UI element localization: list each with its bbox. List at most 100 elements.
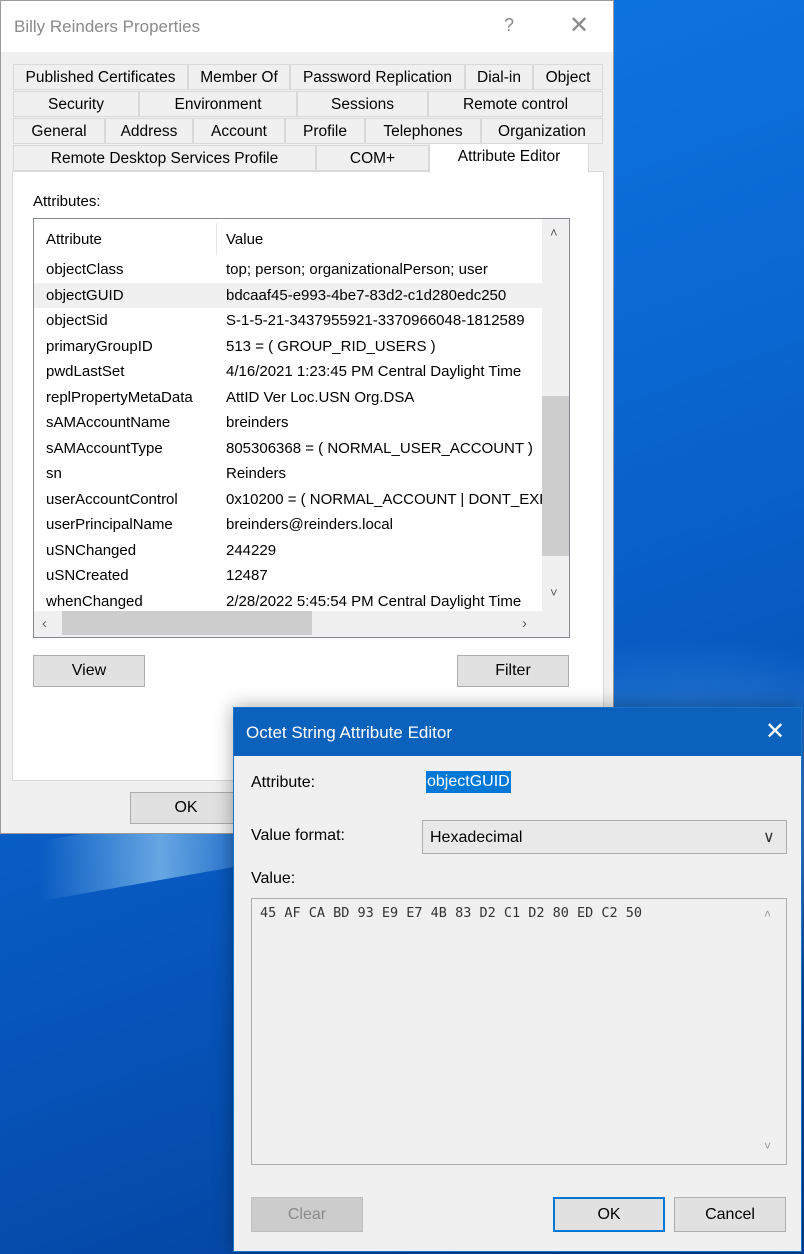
- dialog-cancel-button[interactable]: Cancel: [674, 1197, 786, 1232]
- scroll-up-icon[interactable]: ˄: [550, 225, 558, 240]
- attribute-row[interactable]: replPropertyMetaData AttID Ver Loc.USN O…: [34, 385, 542, 410]
- attribute-name-cell: userAccountControl: [46, 490, 178, 508]
- attribute-value-cell: breinders@reinders.local: [226, 516, 393, 533]
- list-header: Attribute Value: [34, 219, 542, 257]
- attribute-row[interactable]: sn Reinders: [34, 461, 542, 486]
- scrollbar-corner: [542, 611, 569, 637]
- dialog-ok-button[interactable]: OK: [553, 1197, 665, 1232]
- window-title: Billy Reinders Properties: [14, 17, 201, 36]
- octet-string-editor-dialog: Octet String Attribute Editor ✕ Attribut…: [233, 707, 802, 1252]
- tab-remote-control[interactable]: Remote control: [428, 91, 603, 117]
- tab-address[interactable]: Address: [105, 118, 193, 144]
- value-textbox[interactable]: 45 AF CA BD 93 E9 E7 4B 83 D2 C1 D2 80 E…: [251, 898, 787, 1165]
- tab-published-certificates[interactable]: Published Certificates: [13, 64, 188, 90]
- attribute-value-cell: 513 = ( GROUP_RID_USERS ): [226, 337, 436, 355]
- attribute-value-cell: 2/28/2022 5:45:54 PM Central Daylight Ti…: [226, 592, 522, 610]
- attribute-name-cell: sAMAccountType: [46, 439, 163, 457]
- tab-attribute-editor[interactable]: Attribute Editor: [429, 143, 589, 173]
- attribute-name-cell: uSNChanged: [46, 541, 137, 559]
- attribute-name-cell: sn: [46, 465, 62, 482]
- attribute-name-cell: uSNCreated: [46, 567, 129, 584]
- attribute-name-cell: objectClass: [46, 261, 124, 278]
- attribute-row[interactable]: userAccountControl 0x10200 = ( NORMAL_ACC…: [34, 487, 542, 512]
- attribute-value-cell: top; person; organizationalPerson; user: [226, 261, 488, 278]
- attribute-label: Attribute:: [251, 774, 316, 791]
- attribute-row[interactable]: objectSid S-1-5-21-3437955921-3370966048-…: [34, 308, 542, 333]
- attributes-label: Attributes:: [33, 193, 101, 210]
- attribute-name-cell: pwdLastSet: [46, 363, 125, 380]
- attribute-row[interactable]: sAMAccountType 805306368 = ( NORMAL_USER_…: [34, 436, 542, 461]
- attribute-name-cell: whenChanged: [46, 592, 143, 610]
- attribute-row[interactable]: whenChanged 2/28/2022 5:45:54 PM Central …: [34, 589, 542, 614]
- dialog-title-bar: Octet String Attribute Editor ✕: [234, 708, 801, 756]
- column-header-value[interactable]: Value: [226, 231, 263, 248]
- scroll-down-icon[interactable]: ˅: [550, 585, 558, 600]
- tab-com-plus[interactable]: COM+: [316, 145, 429, 171]
- attribute-name-cell: objectSid: [46, 312, 108, 329]
- view-button[interactable]: View: [33, 655, 145, 687]
- vertical-scrollbar[interactable]: ˄ ˅: [542, 219, 569, 611]
- attribute-row[interactable]: pwdLastSet 4/16/2021 1:23:45 PM Central D…: [34, 359, 542, 384]
- tab-security[interactable]: Security: [13, 91, 139, 117]
- attribute-name-cell: objectGUID: [46, 286, 124, 304]
- tab-organization[interactable]: Organization: [481, 118, 603, 144]
- attribute-row[interactable]: userPrincipalName breinders@reinders.loca…: [34, 512, 542, 537]
- attribute-row[interactable]: uSNCreated 12487: [34, 563, 542, 588]
- attribute-name-cell: primaryGroupID: [46, 337, 153, 355]
- tab-remote-desktop-services-profile[interactable]: Remote Desktop Services Profile: [13, 145, 316, 171]
- tab-password-replication[interactable]: Password Replication: [290, 64, 465, 90]
- tab-member-of[interactable]: Member Of: [188, 64, 290, 90]
- tab-object[interactable]: Object: [533, 64, 603, 90]
- column-header-attribute[interactable]: Attribute: [46, 231, 102, 248]
- tab-general[interactable]: General: [13, 118, 105, 144]
- attribute-row[interactable]: sAMAccountName breinders: [34, 410, 542, 435]
- attribute-value-cell: AttID Ver Loc.USN Org.DSA: [226, 388, 415, 406]
- value-format-select[interactable]: Hexadecimal ∨: [422, 820, 787, 854]
- value-format-label: Value format:: [251, 827, 345, 844]
- close-button[interactable]: ✕: [569, 11, 589, 40]
- dialog-title: Octet String Attribute Editor: [246, 723, 452, 742]
- attribute-value-cell: 4/16/2021 1:23:45 PM Central Daylight Ti…: [226, 363, 522, 380]
- column-separator[interactable]: [216, 223, 217, 255]
- textbox-scroll-down-icon[interactable]: ˅: [764, 1139, 771, 1153]
- attribute-row[interactable]: objectGUID bdcaaf45-e993-4be7-83d2-c1d280…: [34, 282, 542, 308]
- help-button[interactable]: ?: [504, 15, 514, 36]
- horizontal-scrollbar[interactable]: ‹ ›: [34, 611, 542, 637]
- attribute-value-cell: 0x10200 = ( NORMAL_ACCOUNT | DONT_EXPIRE…: [226, 490, 542, 508]
- scroll-left-icon[interactable]: ‹: [42, 615, 47, 632]
- tab-telephones[interactable]: Telephones: [365, 118, 481, 144]
- scroll-right-icon[interactable]: ›: [522, 615, 527, 632]
- attribute-name-cell: sAMAccountName: [46, 414, 171, 431]
- value-text: 45 AF CA BD 93 E9 E7 4B 83 D2 C1 D2 80 E…: [260, 905, 643, 921]
- attribute-row[interactable]: primaryGroupID 513 = ( GROUP_RID_USERS ): [34, 334, 542, 359]
- attributes-list[interactable]: Attribute Value objectClass top; person; …: [33, 218, 570, 638]
- value-format-selected: Hexadecimal: [430, 829, 523, 846]
- attribute-value-cell: 805306368 = ( NORMAL_USER_ACCOUNT ): [226, 439, 533, 457]
- dialog-close-button[interactable]: ✕: [765, 717, 785, 746]
- textbox-scroll-up-icon[interactable]: ˄: [764, 907, 771, 921]
- clear-button[interactable]: Clear: [251, 1197, 363, 1232]
- window-ok-button[interactable]: OK: [130, 792, 242, 824]
- attribute-row[interactable]: objectClass top; person; organizationalPe…: [34, 257, 542, 282]
- tab-dial-in[interactable]: Dial-in: [465, 64, 533, 90]
- attribute-value-cell: 12487: [226, 567, 268, 584]
- title-bar: Billy Reinders Properties ? ✕: [1, 1, 613, 52]
- tab-profile[interactable]: Profile: [285, 118, 365, 144]
- attribute-value-cell: S-1-5-21-3437955921-3370966048-1812589: [226, 312, 525, 329]
- attribute-name-value[interactable]: objectGUID: [426, 771, 511, 793]
- filter-button[interactable]: Filter: [457, 655, 569, 687]
- attribute-name-cell: userPrincipalName: [46, 516, 173, 533]
- tab-environment[interactable]: Environment: [139, 91, 297, 117]
- attribute-value-cell: Reinders: [226, 465, 287, 482]
- attribute-row[interactable]: uSNChanged 244229: [34, 538, 542, 563]
- value-label: Value:: [251, 870, 296, 887]
- attribute-name-cell: replPropertyMetaData: [46, 388, 193, 406]
- attribute-value-cell: bdcaaf45-e993-4be7-83d2-c1d280edc250: [226, 286, 507, 304]
- tab-account[interactable]: Account: [193, 118, 285, 144]
- attribute-value-cell: 244229: [226, 541, 277, 559]
- attribute-value-cell: breinders: [226, 414, 289, 431]
- chevron-down-icon: ∨: [763, 829, 775, 846]
- tab-sessions[interactable]: Sessions: [297, 91, 428, 117]
- vertical-scroll-thumb[interactable]: [542, 396, 569, 556]
- horizontal-scroll-thumb[interactable]: [62, 611, 312, 635]
